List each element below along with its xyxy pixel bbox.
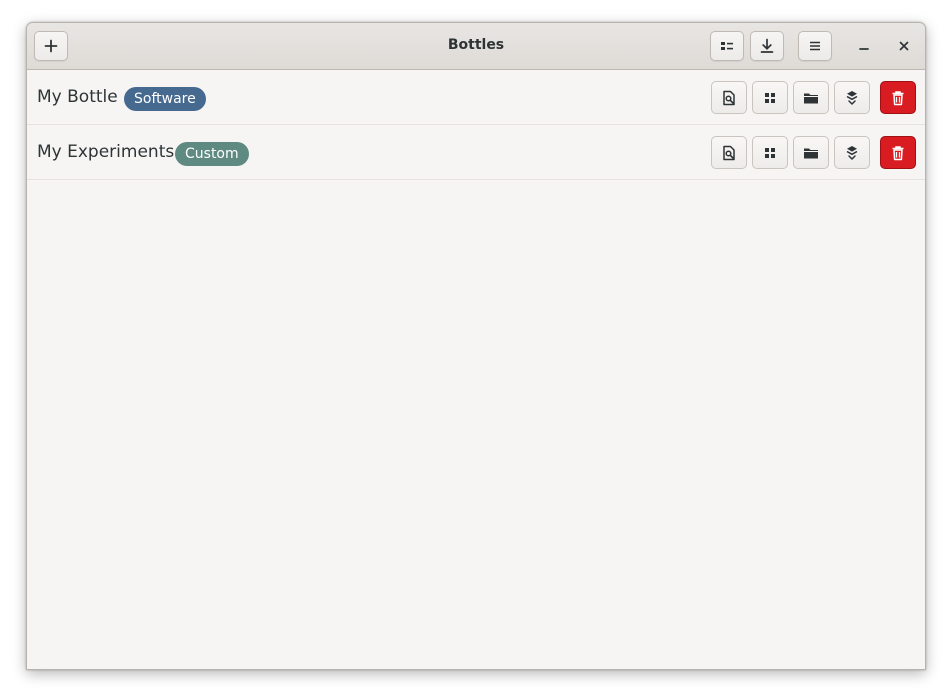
package-icon — [845, 145, 859, 161]
bottle-name: My Experiments — [37, 142, 175, 162]
bottles-window: Bottles My Bottle Software My Experiment… — [26, 22, 926, 670]
download-icon — [760, 38, 774, 54]
header-bar: Bottles — [27, 23, 925, 70]
grid-icon — [763, 91, 777, 105]
hamburger-menu-icon — [808, 39, 822, 53]
add-bottle-button[interactable] — [34, 31, 68, 61]
main-menu-button[interactable] — [798, 31, 832, 61]
browse-files-button[interactable] — [793, 81, 829, 114]
plus-icon — [44, 39, 58, 53]
grid-icon — [763, 146, 777, 160]
delete-bottle-button[interactable] — [880, 81, 916, 114]
run-file-icon — [721, 145, 737, 161]
folder-icon — [803, 146, 819, 160]
folder-icon — [803, 91, 819, 105]
run-executable-button[interactable] — [711, 81, 747, 114]
programs-button[interactable] — [752, 136, 788, 169]
list-view-icon — [720, 39, 734, 53]
bottle-row[interactable]: My Bottle Software — [27, 70, 925, 125]
run-executable-button[interactable] — [711, 136, 747, 169]
bottle-row[interactable]: My Experiments Custom — [27, 125, 925, 180]
dependencies-button[interactable] — [834, 81, 870, 114]
environment-badge: Custom — [175, 142, 249, 166]
window-title: Bottles — [447, 37, 505, 53]
trash-icon — [891, 90, 905, 106]
bottle-name: My Bottle — [37, 87, 118, 107]
delete-bottle-button[interactable] — [880, 136, 916, 169]
minimize-icon — [858, 40, 870, 52]
environment-badge: Software — [124, 87, 206, 111]
close-icon — [898, 40, 910, 52]
programs-button[interactable] — [752, 81, 788, 114]
browse-files-button[interactable] — [793, 136, 829, 169]
minimize-button[interactable] — [849, 31, 879, 61]
view-mode-button[interactable] — [710, 31, 744, 61]
package-icon — [845, 90, 859, 106]
close-button[interactable] — [889, 31, 919, 61]
run-file-icon — [721, 90, 737, 106]
trash-icon — [891, 145, 905, 161]
dependencies-button[interactable] — [834, 136, 870, 169]
downloads-button[interactable] — [750, 31, 784, 61]
